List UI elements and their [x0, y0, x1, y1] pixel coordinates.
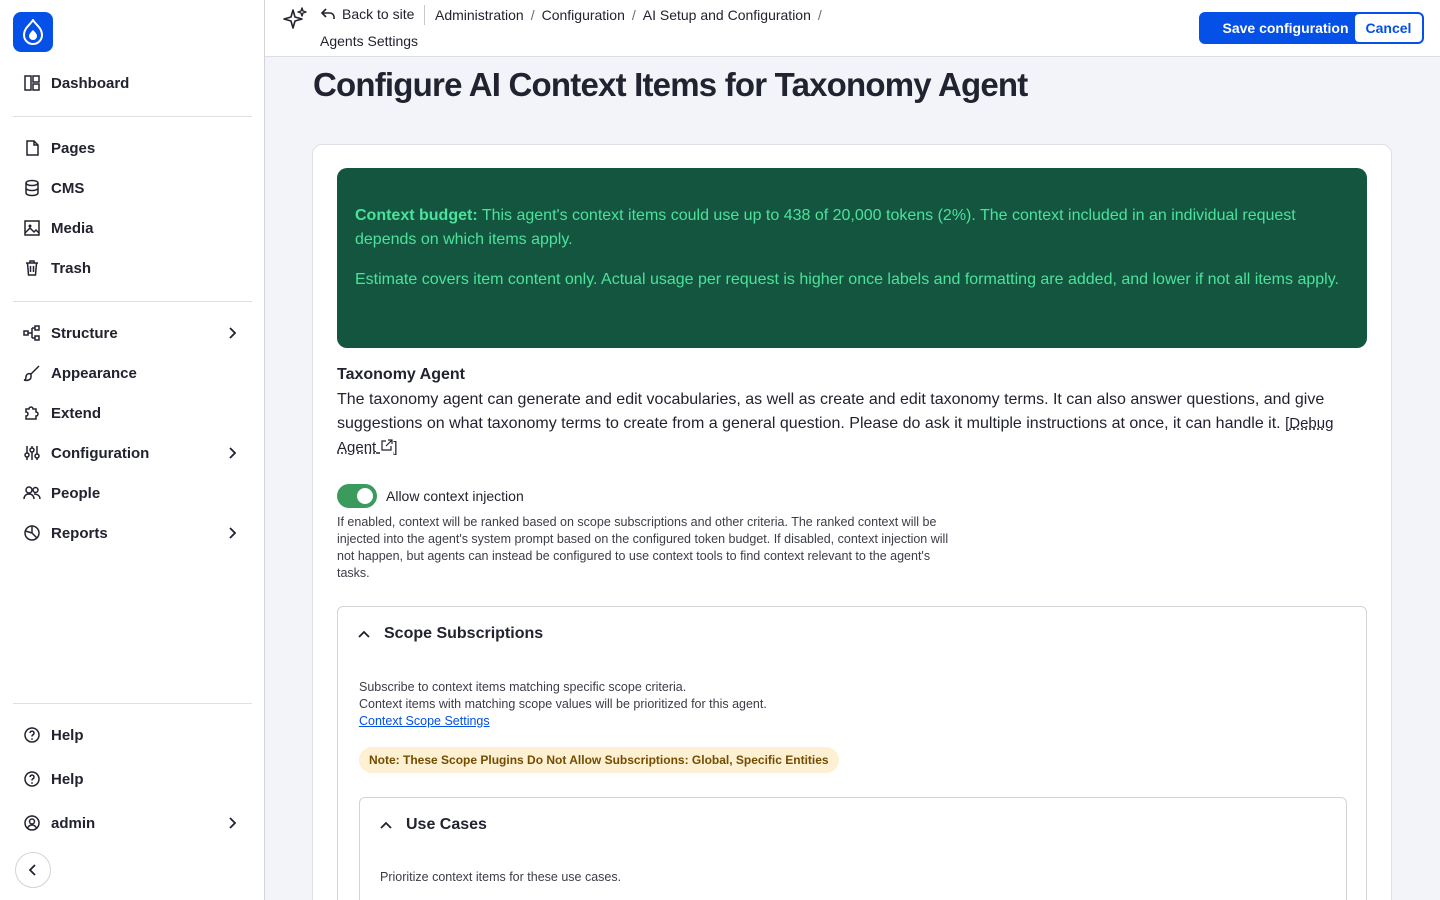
page-title: Configure AI Context Items for Taxonomy … [313, 66, 1028, 103]
breadcrumb-item[interactable]: AI Setup and Configuration [643, 7, 811, 23]
budget-summary: Context budget: This agent's context ite… [355, 204, 1349, 252]
trash-icon [23, 259, 41, 277]
budget-note: Estimate covers item content only. Actua… [355, 271, 1339, 288]
panel-title: Use Cases [406, 816, 487, 833]
scope-subscriptions-toggle[interactable]: Scope Subscriptions [356, 625, 543, 643]
chevron-up-icon [358, 630, 370, 638]
external-link-icon [381, 439, 393, 451]
sidebar-item-label: Reports [51, 524, 108, 542]
dashboard-icon [23, 74, 41, 92]
sidebar-item-dashboard[interactable]: Dashboard [13, 65, 252, 101]
sidebar-item-label: Media [51, 219, 94, 237]
breadcrumb-current: Agents Settings [320, 33, 419, 49]
budget-text: This agent's context items could use up … [355, 207, 1296, 248]
breadcrumb-item[interactable]: Configuration [542, 7, 625, 23]
sidebar-item-trash[interactable]: Trash [13, 250, 252, 286]
sidebar-item-media[interactable]: Media [13, 210, 252, 246]
breadcrumb-separator: / [817, 7, 822, 23]
use-cases-description: Prioritize context items for these use c… [380, 870, 622, 884]
sidebar: Dashboard Pages CMS Media Trash Structur… [0, 0, 265, 900]
ai-sparkle-icon[interactable] [283, 6, 309, 32]
sidebar-item-reports[interactable]: Reports [13, 515, 252, 551]
breadcrumb-item[interactable]: Administration [435, 7, 524, 23]
scope-plugins-note-badge: Note: These Scope Plugins Do Not Allow S… [359, 747, 839, 773]
return-arrow-icon [320, 8, 335, 19]
scope-description-line: Context items with matching scope values… [359, 697, 767, 711]
agent-description: The taxonomy agent can generate and edit… [337, 388, 1369, 460]
chevron-left-icon [28, 864, 36, 876]
image-icon [23, 219, 41, 237]
drupal-logo[interactable] [13, 12, 53, 52]
sidebar-item-label: Help [51, 770, 84, 788]
scope-description-line: Subscribe to context items matching spec… [359, 680, 687, 694]
toggle-description: If enabled, context will be ranked based… [337, 515, 949, 580]
sidebar-item-structure[interactable]: Structure [13, 315, 252, 351]
use-cases-panel: Use Cases Prioritize context items for t… [359, 797, 1347, 900]
sidebar-item-label: Pages [51, 139, 96, 157]
sidebar-item-label: Appearance [51, 364, 137, 382]
sidebar-item-people[interactable]: People [13, 475, 252, 511]
structure-icon [23, 324, 41, 342]
budget-label: Context budget: [355, 207, 478, 224]
context-scope-settings-link[interactable]: Context Scope Settings [359, 714, 490, 728]
sidebar-item-pages[interactable]: Pages [13, 130, 252, 166]
sidebar-item-help[interactable]: Help [13, 717, 252, 753]
scope-description: Subscribe to context items matching spec… [359, 679, 767, 713]
help-icon [23, 726, 41, 744]
sidebar-item-label: Extend [51, 404, 102, 422]
toggle-label: Allow context injection [386, 488, 524, 504]
user-icon [23, 814, 41, 832]
database-icon [23, 179, 41, 197]
sidebar-item-label: Trash [51, 259, 92, 277]
page-icon [23, 139, 41, 157]
sidebar-item-admin[interactable]: admin [13, 805, 252, 841]
use-cases-toggle[interactable]: Use Cases [378, 816, 487, 834]
sidebar-item-configuration[interactable]: Configuration [13, 435, 252, 471]
scope-subscriptions-panel: Scope Subscriptions Subscribe to context… [337, 606, 1367, 900]
chevron-right-icon [229, 327, 237, 339]
agent-name: Taxonomy Agent [337, 366, 466, 383]
sidebar-item-label: Help [51, 726, 84, 744]
cancel-button[interactable]: Cancel [1353, 12, 1424, 44]
sliders-icon [23, 444, 41, 462]
brush-icon [23, 364, 41, 382]
back-label: Back to site [342, 6, 415, 22]
sidebar-item-label: Configuration [51, 444, 150, 462]
divider [13, 116, 252, 117]
help-icon [23, 770, 41, 788]
context-budget-message: Context budget: This agent's context ite… [337, 168, 1367, 348]
breadcrumb-separator: / [631, 7, 636, 23]
sidebar-item-help-2[interactable]: Help [13, 761, 252, 797]
divider [13, 301, 252, 302]
sidebar-item-label: People [51, 484, 101, 502]
allow-context-injection-toggle[interactable] [337, 484, 377, 508]
sidebar-item-label: admin [51, 814, 96, 832]
sidebar-item-label: Structure [51, 324, 118, 342]
divider [424, 5, 425, 25]
sidebar-item-appearance[interactable]: Appearance [13, 355, 252, 391]
drop-icon [22, 19, 44, 45]
puzzle-icon [23, 404, 41, 422]
agent-description-text: The taxonomy agent can generate and edit… [337, 391, 1325, 432]
sidebar-item-cms[interactable]: CMS [13, 170, 252, 206]
breadcrumb-separator: / [530, 7, 535, 23]
back-to-site-link[interactable]: Back to site [320, 6, 414, 22]
chevron-right-icon [229, 527, 237, 539]
chart-pie-icon [23, 524, 41, 542]
chevron-right-icon [229, 447, 237, 459]
sidebar-item-extend[interactable]: Extend [13, 395, 252, 431]
divider [13, 703, 252, 704]
chevron-right-icon [229, 817, 237, 829]
sidebar-item-label: CMS [51, 179, 85, 197]
panel-title: Scope Subscriptions [384, 625, 544, 642]
top-bar: Back to site Administration / Configurat… [265, 0, 1440, 57]
save-configuration-button[interactable]: Save configuration [1199, 12, 1372, 44]
sidebar-item-label: Dashboard [51, 74, 130, 92]
chevron-up-icon [380, 821, 392, 829]
breadcrumb: Administration / Configuration / AI Setu… [435, 7, 829, 23]
collapse-sidebar-button[interactable] [15, 852, 51, 888]
people-icon [23, 484, 41, 502]
